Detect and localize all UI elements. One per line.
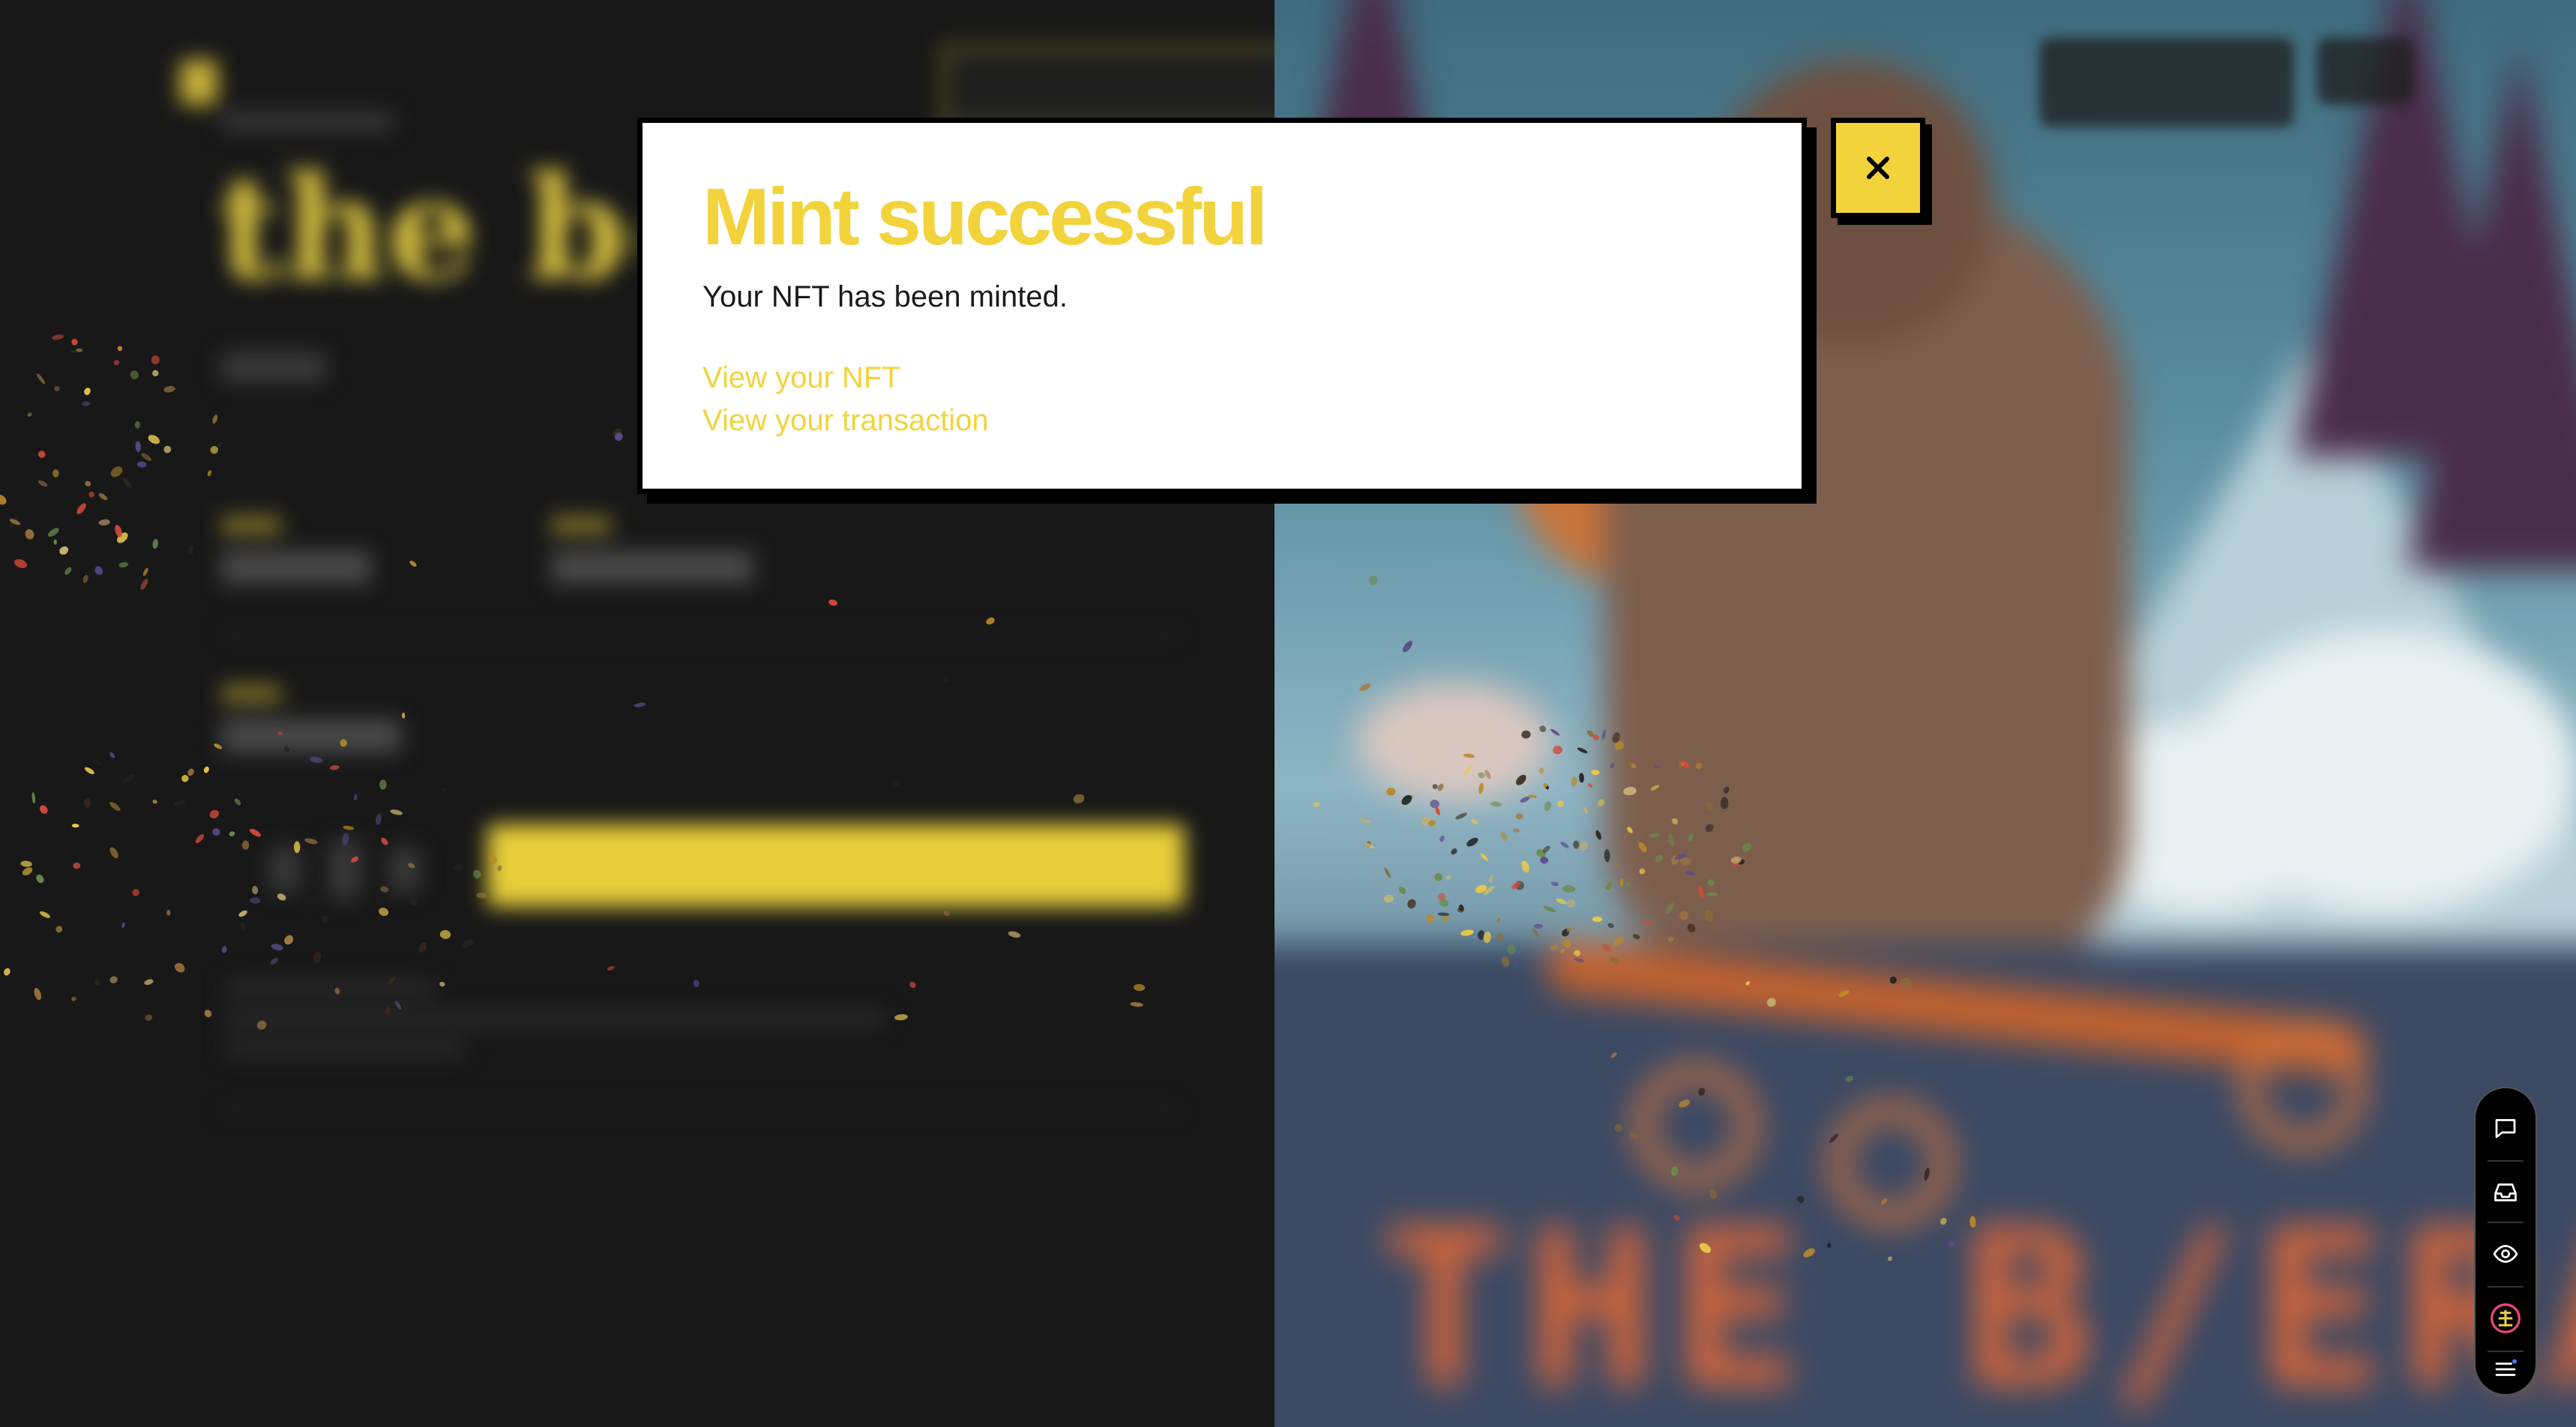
blurred-top-button bbox=[941, 45, 1310, 129]
artwork-title-text: THE B/ERA bbox=[1379, 1184, 2576, 1427]
inbox-icon bbox=[2494, 1183, 2517, 1201]
modal-message: Your NFT has been minted. bbox=[702, 280, 1068, 313]
artwork-wheel bbox=[1634, 1064, 1757, 1187]
view-transaction-link[interactable]: View your transaction bbox=[702, 404, 989, 438]
modal-close-button[interactable] bbox=[1831, 118, 1925, 218]
blurred-divider bbox=[221, 1109, 1181, 1111]
blurred-counter bbox=[330, 839, 360, 899]
brand-button[interactable] bbox=[2476, 1292, 2536, 1345]
floating-toolbar bbox=[2474, 1087, 2537, 1396]
artwork-cloud bbox=[1357, 682, 1552, 802]
artwork-tree bbox=[2407, 45, 2576, 570]
blurred-collection-title: the bera bbox=[217, 165, 637, 292]
modal-title: Mint successful bbox=[702, 171, 1268, 262]
blurred-text-line bbox=[225, 982, 435, 995]
toolbar-divider bbox=[2488, 1222, 2524, 1223]
blurred-wallet-pill bbox=[2039, 37, 2294, 127]
blurred-counter bbox=[390, 847, 420, 892]
toolbar-divider bbox=[2488, 1160, 2524, 1162]
blurred-stat-value bbox=[551, 551, 753, 584]
toolbar-divider bbox=[2488, 1286, 2524, 1288]
blurred-wallet-button bbox=[2317, 37, 2414, 105]
blurred-subtitle bbox=[221, 352, 326, 382]
blurred-stat-label bbox=[221, 517, 281, 534]
menu-button[interactable] bbox=[2476, 1343, 2536, 1396]
blurred-counter bbox=[270, 847, 300, 892]
blurred-stat-value bbox=[221, 551, 371, 584]
blurred-stat-label bbox=[551, 517, 611, 534]
blurred-divider bbox=[221, 633, 1181, 636]
view-button[interactable] bbox=[2476, 1228, 2536, 1280]
blurred-logo bbox=[180, 60, 217, 105]
close-icon bbox=[1867, 157, 1889, 179]
page: the bera bbox=[0, 0, 2576, 1427]
brand-icon bbox=[2491, 1303, 2521, 1333]
eye-icon bbox=[2493, 1245, 2518, 1263]
mint-success-modal: Mint successful Your NFT has been minted… bbox=[637, 118, 1807, 494]
blurred-stat-value bbox=[221, 719, 401, 752]
menu-icon bbox=[2495, 1359, 2517, 1376]
blurred-mint-button bbox=[487, 824, 1185, 907]
view-nft-link[interactable]: View your NFT bbox=[702, 361, 900, 395]
blurred-breadcrumb bbox=[221, 112, 394, 130]
blurred-text-line bbox=[225, 1012, 885, 1025]
blurred-stat-label bbox=[221, 686, 281, 702]
blurred-text-line bbox=[225, 1042, 465, 1055]
artwork-wheel bbox=[2242, 1027, 2365, 1150]
chat-icon bbox=[2495, 1119, 2516, 1138]
inbox-button[interactable] bbox=[2476, 1166, 2536, 1219]
chat-button[interactable] bbox=[2476, 1102, 2536, 1154]
